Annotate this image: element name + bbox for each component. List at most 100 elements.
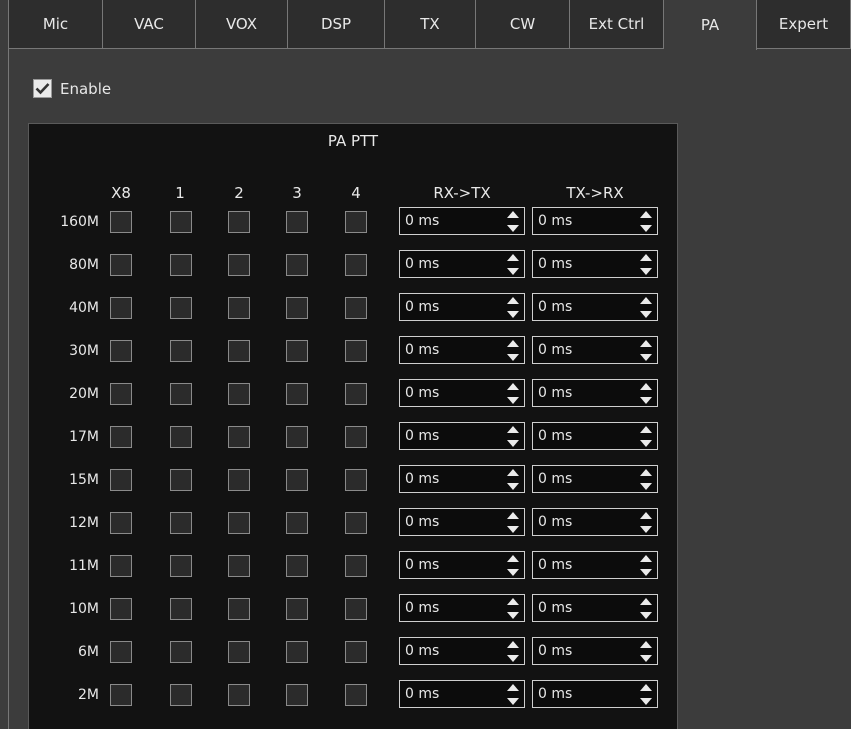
spinbox-value[interactable]: 0 ms (405, 600, 439, 616)
ptt-checkbox-1-20m[interactable] (170, 383, 192, 405)
spinbox-tx-rx-20m[interactable]: 0 ms (532, 379, 658, 407)
spinbox-tx-rx-40m[interactable]: 0 ms (532, 293, 658, 321)
ptt-checkbox-2-160m[interactable] (228, 211, 250, 233)
ptt-checkbox-1-6m[interactable] (170, 641, 192, 663)
spinbox-value[interactable]: 0 ms (538, 686, 572, 702)
ptt-checkbox-3-10m[interactable] (286, 598, 308, 620)
ptt-checkbox-x8-2m[interactable] (110, 684, 132, 706)
spinbox-value[interactable]: 0 ms (405, 213, 439, 229)
ptt-checkbox-x8-10m[interactable] (110, 598, 132, 620)
ptt-checkbox-4-40m[interactable] (345, 297, 367, 319)
spin-arrows-icon[interactable] (507, 598, 519, 619)
spinbox-value[interactable]: 0 ms (405, 557, 439, 573)
ptt-checkbox-2-2m[interactable] (228, 684, 250, 706)
ptt-checkbox-1-10m[interactable] (170, 598, 192, 620)
ptt-checkbox-3-15m[interactable] (286, 469, 308, 491)
tab-vac[interactable]: VAC (103, 0, 196, 49)
spinbox-tx-rx-11m[interactable]: 0 ms (532, 551, 658, 579)
ptt-checkbox-3-11m[interactable] (286, 555, 308, 577)
spinbox-value[interactable]: 0 ms (538, 385, 572, 401)
tab-expert[interactable]: Expert (757, 0, 851, 49)
spin-arrows-icon[interactable] (507, 340, 519, 361)
spin-arrows-icon[interactable] (507, 641, 519, 662)
spin-arrows-icon[interactable] (507, 684, 519, 705)
ptt-checkbox-x8-11m[interactable] (110, 555, 132, 577)
ptt-checkbox-4-15m[interactable] (345, 469, 367, 491)
tab-dsp[interactable]: DSP (288, 0, 385, 49)
spinbox-tx-rx-17m[interactable]: 0 ms (532, 422, 658, 450)
ptt-checkbox-x8-160m[interactable] (110, 211, 132, 233)
spinbox-tx-rx-30m[interactable]: 0 ms (532, 336, 658, 364)
spin-arrows-icon[interactable] (507, 383, 519, 404)
ptt-checkbox-3-30m[interactable] (286, 340, 308, 362)
spinbox-value[interactable]: 0 ms (405, 514, 439, 530)
ptt-checkbox-x8-15m[interactable] (110, 469, 132, 491)
spinbox-value[interactable]: 0 ms (538, 428, 572, 444)
spinbox-rx-tx-2m[interactable]: 0 ms (399, 680, 525, 708)
spinbox-value[interactable]: 0 ms (538, 643, 572, 659)
spinbox-tx-rx-6m[interactable]: 0 ms (532, 637, 658, 665)
tab-cw[interactable]: CW (476, 0, 570, 49)
ptt-checkbox-1-17m[interactable] (170, 426, 192, 448)
ptt-checkbox-1-30m[interactable] (170, 340, 192, 362)
spinbox-value[interactable]: 0 ms (538, 557, 572, 573)
enable-checkbox[interactable]: Enable (33, 79, 111, 98)
enable-checkbox-box[interactable] (33, 79, 52, 98)
spinbox-value[interactable]: 0 ms (405, 428, 439, 444)
spinbox-rx-tx-20m[interactable]: 0 ms (399, 379, 525, 407)
ptt-checkbox-3-80m[interactable] (286, 254, 308, 276)
ptt-checkbox-2-10m[interactable] (228, 598, 250, 620)
spin-arrows-icon[interactable] (640, 598, 652, 619)
spin-arrows-icon[interactable] (507, 211, 519, 232)
spin-arrows-icon[interactable] (640, 340, 652, 361)
spinbox-value[interactable]: 0 ms (405, 299, 439, 315)
ptt-checkbox-3-6m[interactable] (286, 641, 308, 663)
ptt-checkbox-2-6m[interactable] (228, 641, 250, 663)
ptt-checkbox-1-11m[interactable] (170, 555, 192, 577)
spin-arrows-icon[interactable] (640, 426, 652, 447)
ptt-checkbox-3-12m[interactable] (286, 512, 308, 534)
spin-arrows-icon[interactable] (640, 254, 652, 275)
spinbox-value[interactable]: 0 ms (405, 643, 439, 659)
spinbox-tx-rx-160m[interactable]: 0 ms (532, 207, 658, 235)
spin-arrows-icon[interactable] (507, 469, 519, 490)
ptt-checkbox-1-2m[interactable] (170, 684, 192, 706)
tab-tx[interactable]: TX (385, 0, 476, 49)
spinbox-value[interactable]: 0 ms (538, 299, 572, 315)
ptt-checkbox-x8-80m[interactable] (110, 254, 132, 276)
spin-arrows-icon[interactable] (640, 555, 652, 576)
spinbox-tx-rx-15m[interactable]: 0 ms (532, 465, 658, 493)
spin-arrows-icon[interactable] (640, 383, 652, 404)
ptt-checkbox-1-40m[interactable] (170, 297, 192, 319)
ptt-checkbox-x8-12m[interactable] (110, 512, 132, 534)
ptt-checkbox-4-30m[interactable] (345, 340, 367, 362)
spin-arrows-icon[interactable] (640, 211, 652, 232)
tab-ext-ctrl[interactable]: Ext Ctrl (570, 0, 664, 49)
spinbox-rx-tx-12m[interactable]: 0 ms (399, 508, 525, 536)
ptt-checkbox-1-80m[interactable] (170, 254, 192, 276)
tab-pa[interactable]: PA (664, 0, 757, 50)
ptt-checkbox-3-20m[interactable] (286, 383, 308, 405)
ptt-checkbox-1-160m[interactable] (170, 211, 192, 233)
spinbox-value[interactable]: 0 ms (538, 514, 572, 530)
spinbox-value[interactable]: 0 ms (538, 471, 572, 487)
spinbox-value[interactable]: 0 ms (538, 342, 572, 358)
ptt-checkbox-x8-6m[interactable] (110, 641, 132, 663)
spinbox-tx-rx-10m[interactable]: 0 ms (532, 594, 658, 622)
ptt-checkbox-2-12m[interactable] (228, 512, 250, 534)
ptt-checkbox-x8-17m[interactable] (110, 426, 132, 448)
spin-arrows-icon[interactable] (640, 512, 652, 533)
spinbox-value[interactable]: 0 ms (405, 342, 439, 358)
spinbox-rx-tx-30m[interactable]: 0 ms (399, 336, 525, 364)
spinbox-rx-tx-40m[interactable]: 0 ms (399, 293, 525, 321)
spinbox-rx-tx-17m[interactable]: 0 ms (399, 422, 525, 450)
spinbox-rx-tx-80m[interactable]: 0 ms (399, 250, 525, 278)
ptt-checkbox-4-12m[interactable] (345, 512, 367, 534)
spinbox-rx-tx-10m[interactable]: 0 ms (399, 594, 525, 622)
spinbox-value[interactable]: 0 ms (405, 686, 439, 702)
ptt-checkbox-4-17m[interactable] (345, 426, 367, 448)
ptt-checkbox-2-40m[interactable] (228, 297, 250, 319)
ptt-checkbox-x8-40m[interactable] (110, 297, 132, 319)
spinbox-rx-tx-160m[interactable]: 0 ms (399, 207, 525, 235)
ptt-checkbox-x8-20m[interactable] (110, 383, 132, 405)
